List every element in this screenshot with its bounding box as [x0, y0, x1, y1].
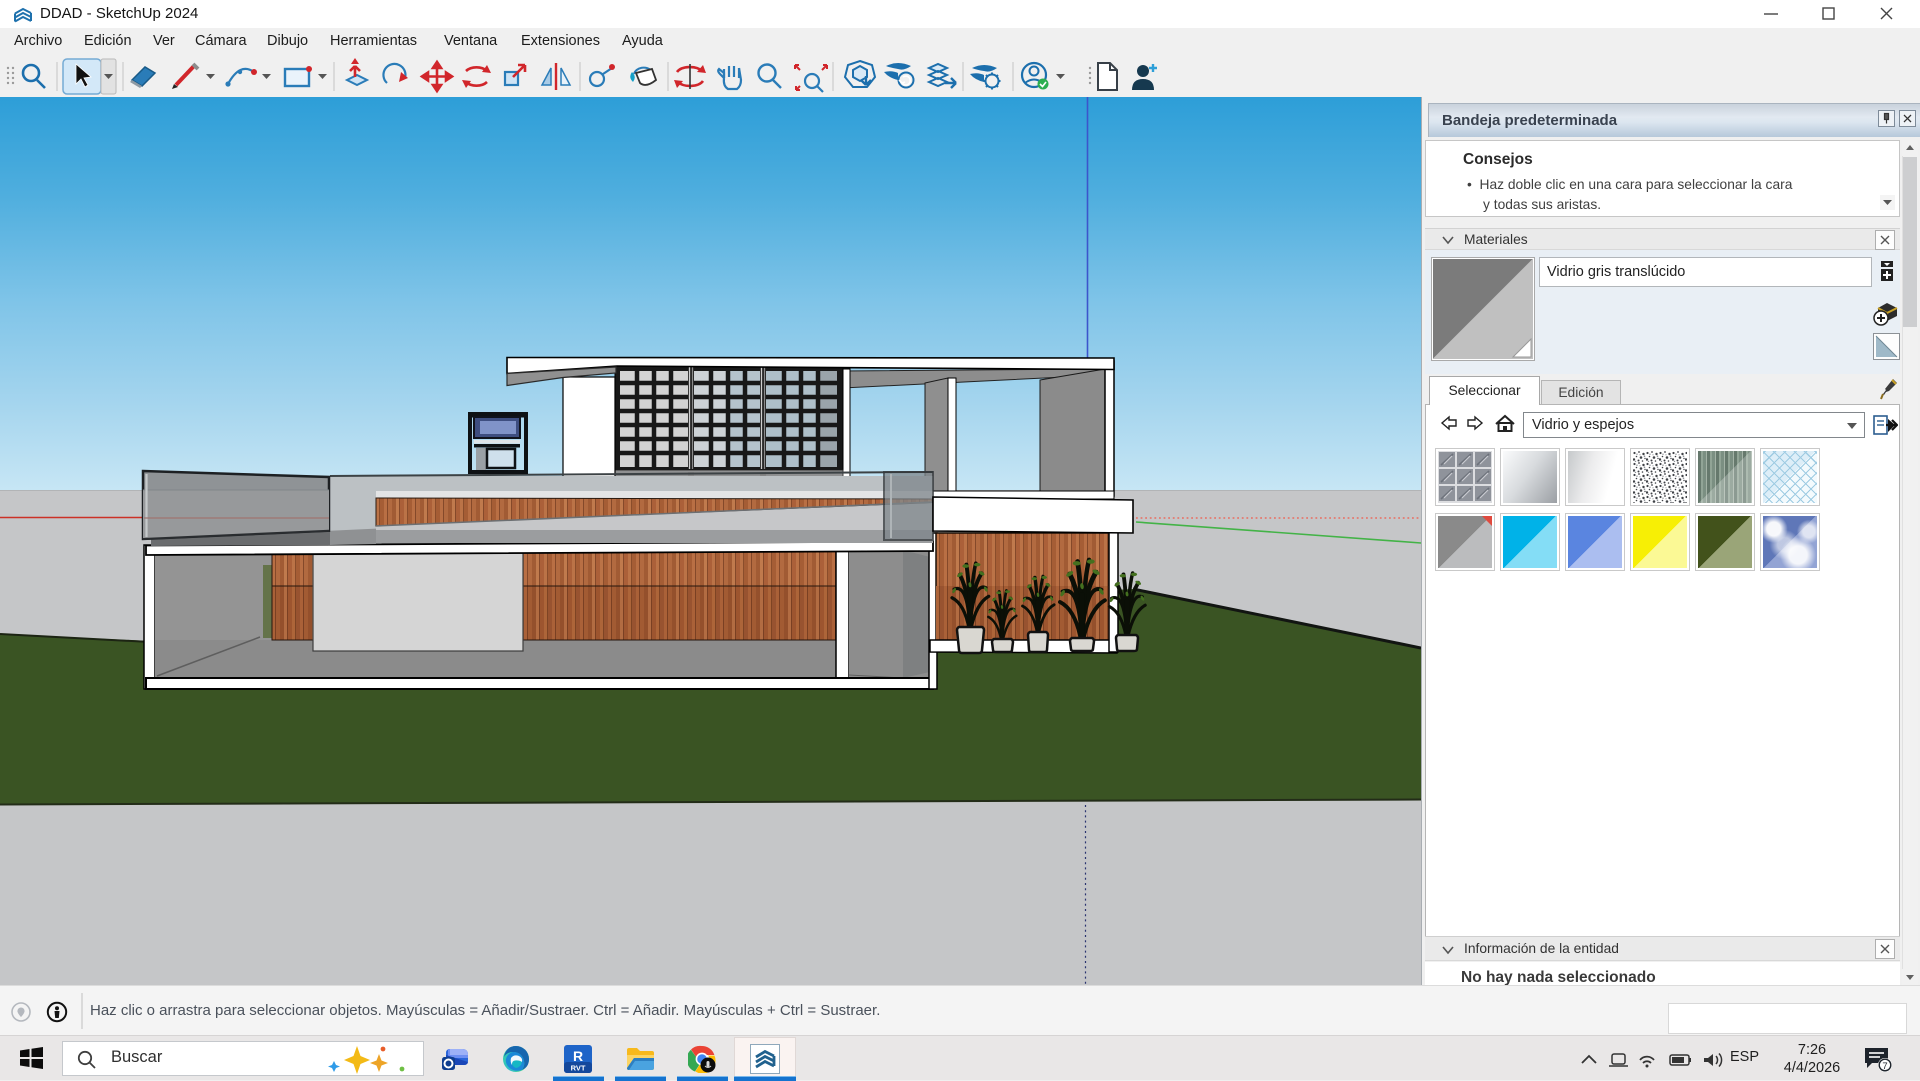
svg-text:RVT: RVT [571, 1064, 586, 1073]
svg-text:R: R [573, 1048, 583, 1064]
svg-text:7: 7 [1882, 1061, 1887, 1072]
